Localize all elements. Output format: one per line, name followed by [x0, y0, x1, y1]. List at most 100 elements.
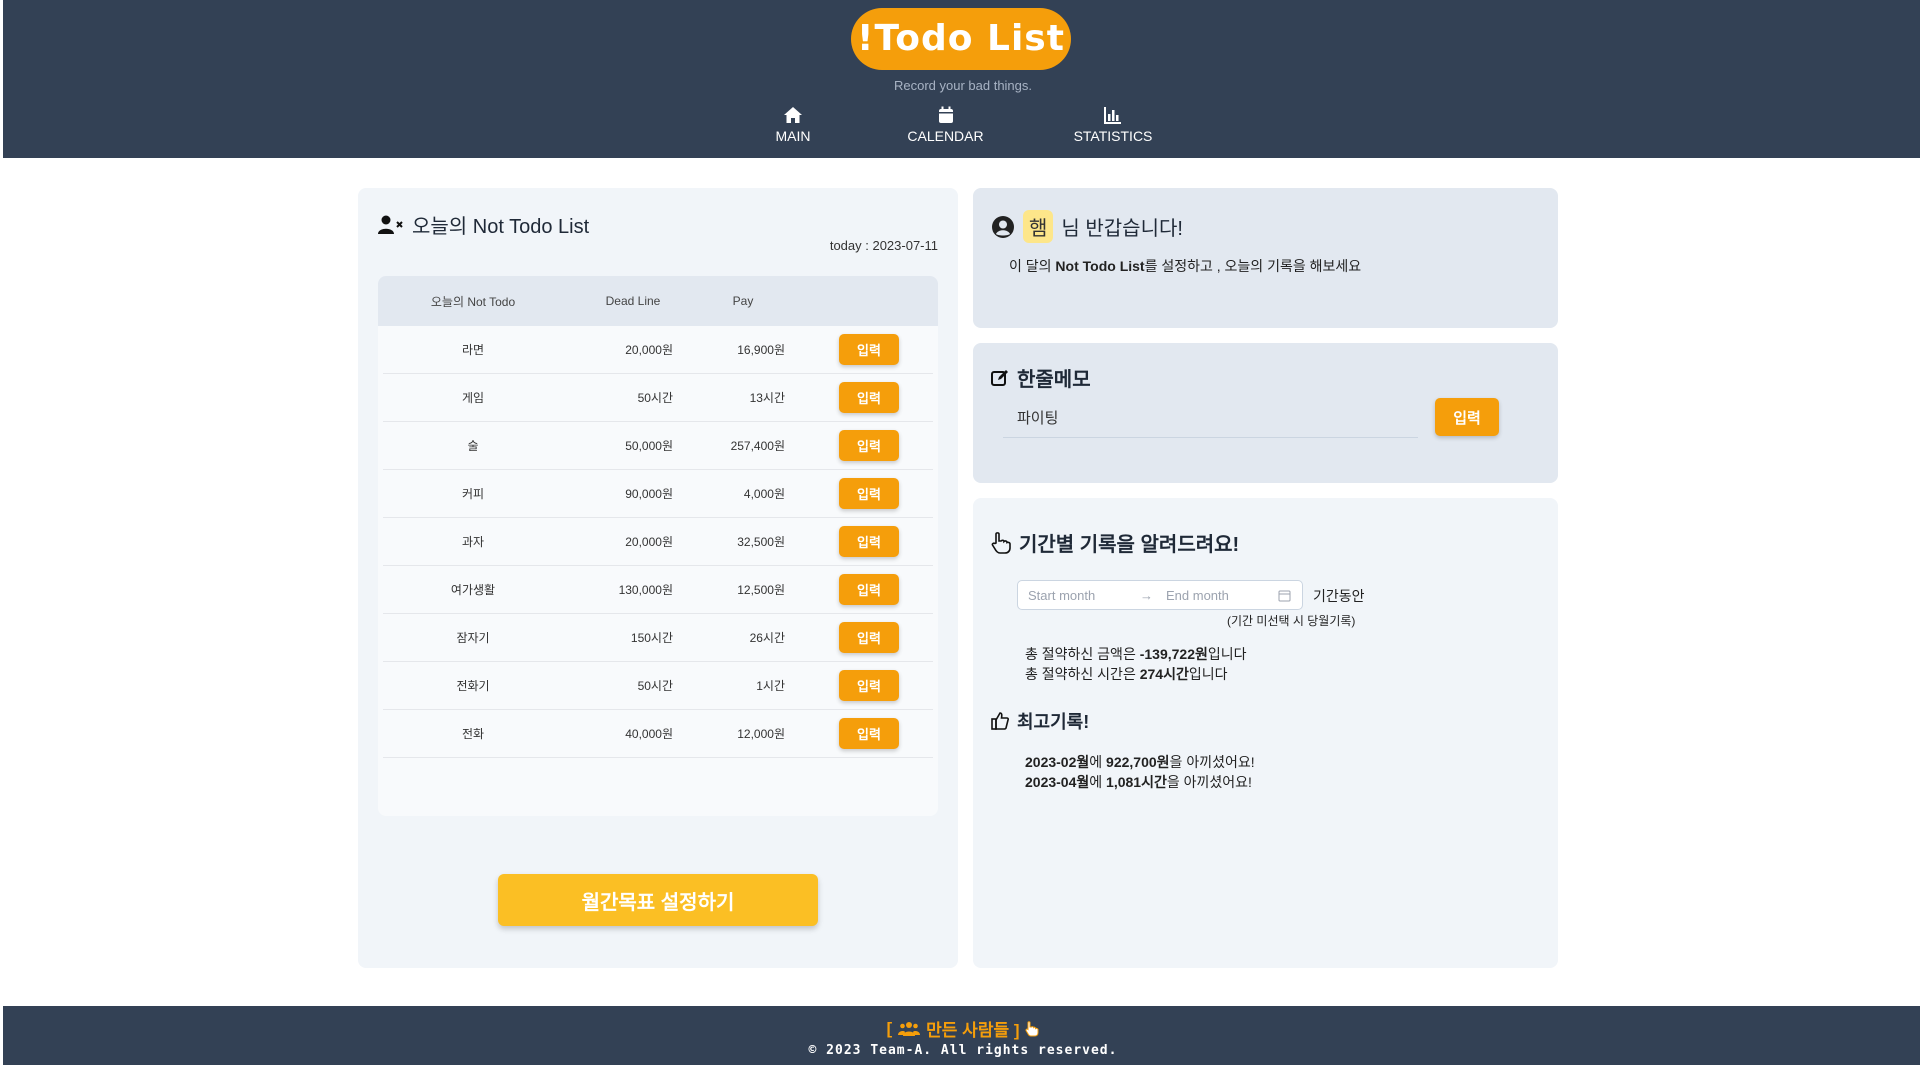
footer: [ 만든 사람들 ] © 2023 Team-A. All rights res…	[0, 1006, 1920, 1065]
makers-link[interactable]: [ 만든 사람들 ]	[3, 1016, 1920, 1041]
cell-pay: 32,500원	[737, 535, 785, 549]
memo-title: 한줄메모	[991, 363, 1091, 392]
cell-deadline: 150시간	[630, 631, 673, 645]
monthly-goal-button[interactable]: 월간목표 설정하기	[498, 874, 818, 926]
column-header-pay: Pay	[732, 294, 754, 308]
money-saved: 총 절약하신 금액은 -139,722원입니다	[1025, 646, 1247, 662]
user-x-icon	[378, 215, 403, 234]
table-row: 여가생활 130,000원 12,500원 입력	[383, 566, 933, 614]
arrow-right-icon: →	[1140, 587, 1153, 603]
cell-name: 술	[467, 439, 479, 453]
hand-pointer-icon	[1025, 1020, 1039, 1036]
table-row: 술 50,000원 257,400원 입력	[383, 422, 933, 470]
not-todo-title: 오늘의 Not Todo List	[378, 210, 589, 239]
cell-pay: 13시간	[749, 391, 785, 405]
cell-name: 잠자기	[456, 631, 490, 645]
cell-pay: 26시간	[749, 631, 785, 645]
cell-pay: 1시간	[756, 679, 785, 693]
row-input-button[interactable]: 입력	[839, 382, 899, 413]
greeting-card: 햄 님 반갑습니다! 이 달의 Not Todo List를 설정하고 , 오늘…	[973, 188, 1558, 328]
table-row: 전화 40,000원 12,000원 입력	[383, 710, 933, 758]
time-saved: 총 절약하신 시간은 274시간입니다	[1025, 666, 1228, 682]
table-row: 과자 20,000원 32,500원 입력	[383, 518, 933, 566]
cell-deadline: 50,000원	[625, 439, 673, 453]
row-input-button[interactable]: 입력	[839, 334, 899, 365]
user-name-badge: 햄	[1023, 210, 1054, 243]
cell-deadline: 50시간	[637, 391, 673, 405]
makers-label: 만든 사람들 ]	[926, 1021, 1020, 1040]
nav-main[interactable]: MAIN	[763, 106, 823, 154]
cell-deadline: 20,000원	[625, 343, 673, 357]
cell-name: 커피	[461, 487, 485, 501]
cell-name: 전화기	[456, 679, 490, 693]
open-bracket: [	[886, 1018, 893, 1038]
home-icon	[784, 107, 802, 123]
calendar-icon	[938, 106, 953, 123]
cell-deadline: 20,000원	[625, 535, 673, 549]
table-header: 오늘의 Not Todo Dead Line Pay	[378, 276, 938, 326]
column-header-name: 오늘의 Not Todo	[430, 294, 516, 309]
range-label: 기간동안	[1313, 588, 1365, 604]
cell-pay: 257,400원	[730, 439, 785, 453]
not-todo-table: 오늘의 Not Todo Dead Line Pay 라면 20,000원 16,9…	[378, 276, 938, 816]
row-input-button[interactable]: 입력	[839, 430, 899, 461]
nav-calendar-label: CALENDAR	[907, 128, 984, 144]
row-input-button[interactable]: 입력	[839, 670, 899, 701]
cell-name: 라면	[461, 343, 485, 357]
nav-statistics[interactable]: STATISTICS	[1073, 106, 1153, 154]
cell-deadline: 40,000원	[625, 727, 673, 741]
cell-deadline: 50시간	[637, 679, 673, 693]
range-hint: (기간 미선택 시 당월기록)	[1227, 614, 1356, 628]
thumbs-up-icon	[991, 712, 1009, 730]
chart-icon	[1104, 107, 1121, 124]
edit-icon	[991, 369, 1008, 386]
greeting-text: 님 반갑습니다!	[1061, 218, 1183, 240]
row-input-button[interactable]: 입력	[839, 622, 899, 653]
greeting-title: 햄 님 반갑습니다!	[991, 210, 1183, 243]
header: !Todo List Record your bad things. MAIN …	[0, 0, 1920, 158]
cell-name: 전화	[461, 727, 485, 741]
tagline: Record your bad things.	[893, 78, 1033, 93]
memo-card: 한줄메모 입력	[973, 343, 1558, 483]
cell-pay: 12,000원	[737, 727, 785, 741]
start-month-input[interactable]: Start month	[1028, 588, 1140, 603]
best-record-title: 최고기록!	[991, 708, 1089, 734]
row-input-button[interactable]: 입력	[839, 478, 899, 509]
cell-name: 게임	[461, 391, 485, 405]
cell-deadline: 130,000원	[618, 583, 673, 597]
users-icon	[898, 1021, 921, 1036]
cell-pay: 16,900원	[737, 343, 785, 357]
table-row: 라면 20,000원 16,900원 입력	[383, 326, 933, 374]
nav-main-label: MAIN	[775, 128, 811, 144]
row-input-button[interactable]: 입력	[839, 574, 899, 605]
cell-name: 과자	[461, 535, 485, 549]
cell-name: 여가생활	[450, 583, 496, 597]
table-row: 잠자기 150시간 26시간 입력	[383, 614, 933, 662]
app-logo[interactable]: !Todo List	[851, 8, 1071, 70]
best-record-time: 2023-04월에 1,081시간을 아끼셨어요!	[1025, 774, 1252, 790]
greeting-message: 이 달의 Not Todo List를 설정하고 , 오늘의 기록을 해보세요	[1009, 258, 1362, 274]
cell-pay: 12,500원	[737, 583, 785, 597]
copyright: © 2023 Team-A. All rights reserved.	[808, 1043, 1118, 1058]
column-header-deadline: Dead Line	[605, 294, 661, 308]
cell-deadline: 90,000원	[625, 487, 673, 501]
cell-pay: 4,000원	[743, 487, 785, 501]
today-date: today : 2023-07-11	[829, 238, 938, 253]
nav-statistics-label: STATISTICS	[1073, 128, 1153, 144]
memo-input[interactable]	[1003, 398, 1418, 438]
hand-pointer-icon	[991, 531, 1011, 554]
not-todo-card: 오늘의 Not Todo List today : 2023-07-11 오늘의…	[358, 188, 958, 968]
memo-submit-button[interactable]: 입력	[1435, 398, 1499, 436]
nav-calendar[interactable]: CALENDAR	[903, 106, 988, 154]
end-month-input[interactable]: End month	[1166, 588, 1278, 603]
best-record-money: 2023-02월에 922,700원을 아끼셨어요!	[1025, 754, 1255, 770]
month-range-picker[interactable]: Start month → End month	[1017, 580, 1303, 610]
row-input-button[interactable]: 입력	[839, 718, 899, 749]
row-input-button[interactable]: 입력	[839, 526, 899, 557]
calendar-picker-icon[interactable]	[1278, 589, 1291, 602]
user-circle-icon	[992, 215, 1014, 238]
table-row: 전화기 50시간 1시간 입력	[383, 662, 933, 710]
table-row: 커피 90,000원 4,000원 입력	[383, 470, 933, 518]
period-record-card: 기간별 기록을 알려드려요! Start month → End month 기…	[973, 498, 1558, 968]
period-title: 기간별 기록을 알려드려요!	[991, 528, 1239, 557]
